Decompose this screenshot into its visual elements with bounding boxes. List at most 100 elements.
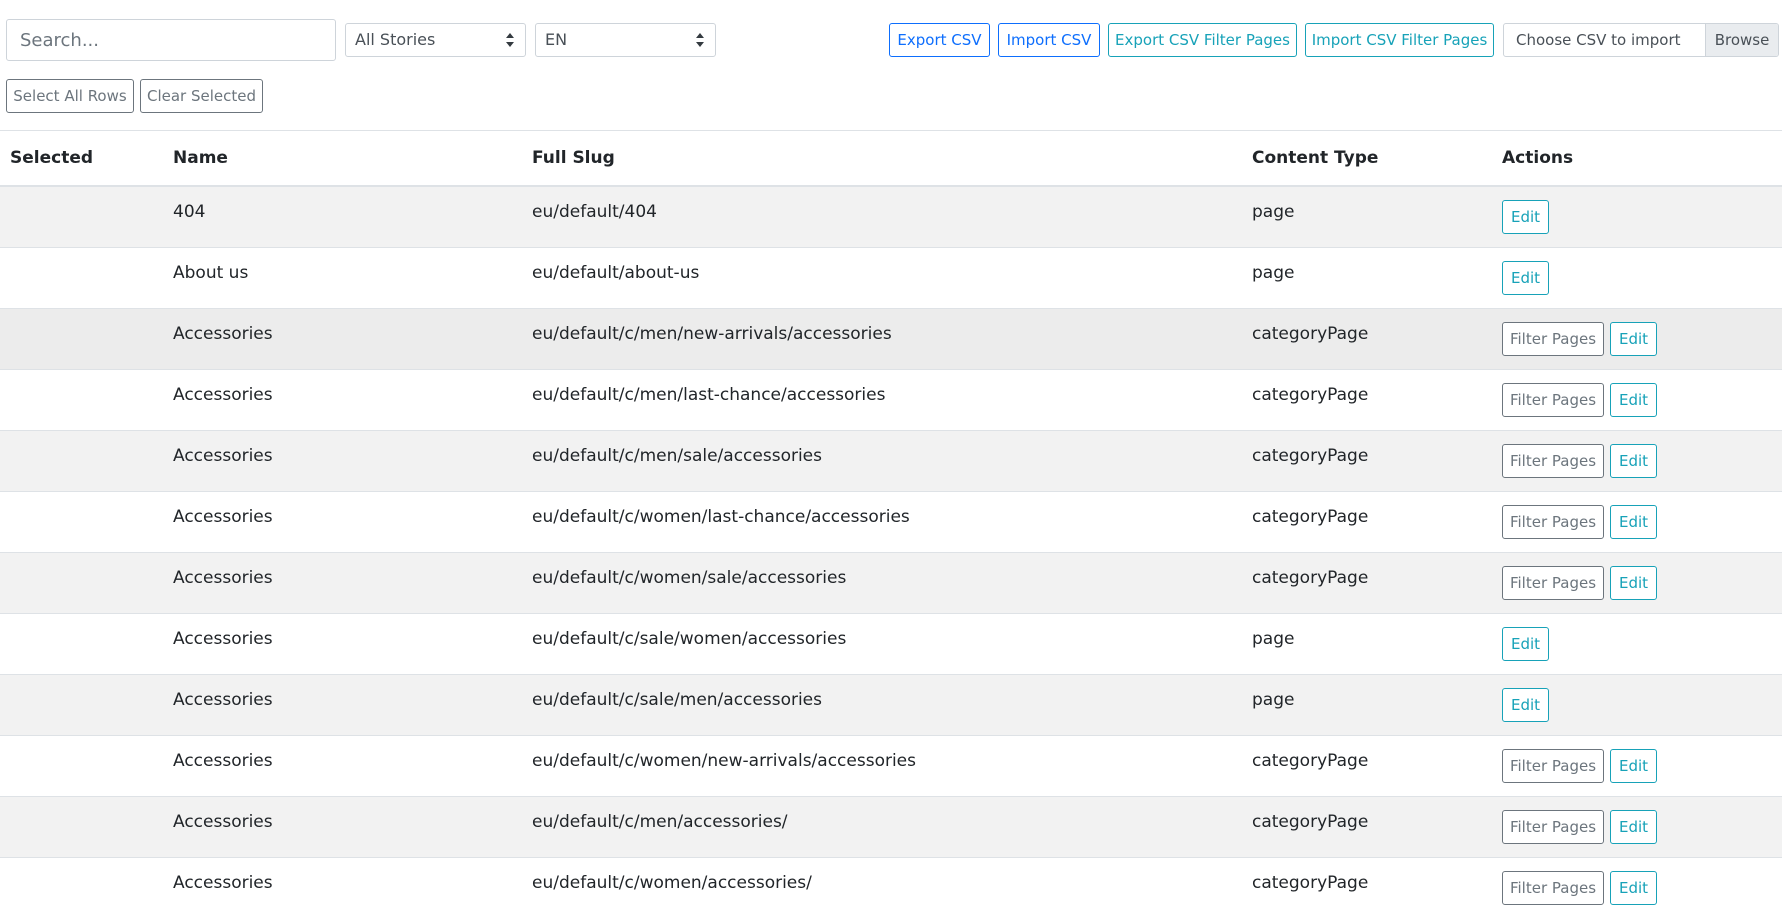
filter-pages-button[interactable]: Filter Pages: [1502, 444, 1604, 478]
row-selected-cell[interactable]: [0, 308, 173, 370]
row-content-type: page: [1252, 690, 1295, 710]
row-name: Accessories: [173, 812, 273, 832]
table-row[interactable]: Accessories eu/default/c/women/new-arriva…: [0, 735, 1782, 797]
row-selected-cell[interactable]: [0, 491, 173, 553]
row-name-cell: Accessories: [173, 674, 532, 736]
table-row[interactable]: Accessories eu/default/c/men/last-chance/…: [0, 369, 1782, 431]
edit-button[interactable]: Edit: [1610, 383, 1657, 417]
row-actions: Edit: [1502, 627, 1782, 661]
header-full-slug: Full Slug: [532, 130, 1252, 187]
row-type-cell: categoryPage: [1252, 491, 1502, 553]
row-name: Accessories: [173, 568, 273, 588]
import-csv-filter-pages-button[interactable]: Import CSV Filter Pages: [1305, 23, 1494, 57]
stories-table: Selected Name Full Slug Content Type Act…: [0, 130, 1782, 918]
row-slug-cell: eu/default/c/men/accessories/: [532, 796, 1252, 858]
row-selected-cell[interactable]: [0, 430, 173, 492]
filter-pages-button[interactable]: Filter Pages: [1502, 749, 1604, 783]
filter-pages-button[interactable]: Filter Pages: [1502, 505, 1604, 539]
row-selected-cell[interactable]: [0, 552, 173, 614]
row-actions-cell: Edit: [1502, 185, 1782, 248]
row-name: Accessories: [173, 873, 273, 893]
edit-button[interactable]: Edit: [1502, 261, 1549, 295]
stories-select[interactable]: All Stories: [345, 23, 526, 57]
filter-pages-button[interactable]: Filter Pages: [1502, 810, 1604, 844]
table-row[interactable]: Accessories eu/default/c/men/accessories/…: [0, 796, 1782, 858]
csv-file-input[interactable]: Choose CSV to import Browse: [1503, 23, 1779, 57]
row-content-type: page: [1252, 263, 1295, 283]
row-selected-cell[interactable]: [0, 674, 173, 736]
row-selected-cell[interactable]: [0, 857, 173, 918]
table-row[interactable]: Accessories eu/default/c/women/sale/acces…: [0, 552, 1782, 614]
row-selected-cell[interactable]: [0, 613, 173, 675]
selection-toolbar: Select All Rows Clear Selected: [0, 70, 1782, 130]
edit-button[interactable]: Edit: [1610, 566, 1657, 600]
filter-pages-button[interactable]: Filter Pages: [1502, 566, 1604, 600]
row-name: Accessories: [173, 690, 273, 710]
edit-button[interactable]: Edit: [1502, 200, 1549, 234]
row-slug-cell: eu/default/c/women/last-chance/accessori…: [532, 491, 1252, 553]
row-name-cell: Accessories: [173, 430, 532, 492]
row-actions: Edit: [1502, 688, 1782, 722]
export-csv-filter-pages-button[interactable]: Export CSV Filter Pages: [1108, 23, 1297, 57]
select-arrows-icon: [506, 32, 514, 48]
edit-button[interactable]: Edit: [1502, 627, 1549, 661]
row-slug-cell: eu/default/c/men/new-arrivals/accessorie…: [532, 308, 1252, 370]
edit-button[interactable]: Edit: [1502, 688, 1549, 722]
row-full-slug: eu/default/c/women/last-chance/accessori…: [532, 507, 910, 527]
header-name: Name: [173, 130, 532, 187]
row-type-cell: categoryPage: [1252, 735, 1502, 797]
edit-button[interactable]: Edit: [1610, 322, 1657, 356]
edit-button[interactable]: Edit: [1610, 749, 1657, 783]
row-full-slug: eu/default/c/women/sale/accessories: [532, 568, 847, 588]
table-body: 404 eu/default/404 page Edit About us eu/defa…: [0, 185, 1782, 918]
row-type-cell: page: [1252, 185, 1502, 248]
row-actions: Filter Pages Edit: [1502, 749, 1782, 783]
row-actions: Edit: [1502, 200, 1782, 234]
filter-pages-button[interactable]: Filter Pages: [1502, 871, 1604, 905]
stories-select-value: All Stories: [355, 30, 436, 49]
clear-selected-button[interactable]: Clear Selected: [140, 79, 263, 113]
import-csv-button[interactable]: Import CSV: [998, 23, 1100, 57]
table-row[interactable]: Accessories eu/default/c/women/accessorie…: [0, 857, 1782, 918]
row-full-slug: eu/default/404: [532, 202, 657, 222]
table-row[interactable]: Accessories eu/default/c/sale/women/acces…: [0, 613, 1782, 675]
edit-button[interactable]: Edit: [1610, 444, 1657, 478]
select-all-rows-button[interactable]: Select All Rows: [6, 79, 134, 113]
table-row[interactable]: About us eu/default/about-us page Edit: [0, 247, 1782, 309]
language-select-value: EN: [545, 30, 568, 49]
row-selected-cell[interactable]: [0, 247, 173, 309]
row-full-slug: eu/default/c/men/accessories/: [532, 812, 788, 832]
language-select[interactable]: EN: [535, 23, 716, 57]
row-selected-cell[interactable]: [0, 735, 173, 797]
row-selected-cell[interactable]: [0, 185, 173, 248]
row-actions-cell: Filter Pages Edit: [1502, 796, 1782, 858]
browse-button[interactable]: Browse: [1705, 24, 1778, 56]
row-content-type: categoryPage: [1252, 446, 1369, 466]
table-row[interactable]: 404 eu/default/404 page Edit: [0, 185, 1782, 248]
filter-pages-button[interactable]: Filter Pages: [1502, 322, 1604, 356]
table-row[interactable]: Accessories eu/default/c/men/sale/accesso…: [0, 430, 1782, 492]
edit-button[interactable]: Edit: [1610, 810, 1657, 844]
row-slug-cell: eu/default/c/sale/men/accessories: [532, 674, 1252, 736]
row-full-slug: eu/default/c/women/accessories/: [532, 873, 812, 893]
row-content-type: page: [1252, 629, 1295, 649]
edit-button[interactable]: Edit: [1610, 871, 1657, 905]
row-name: 404: [173, 202, 206, 222]
row-full-slug: eu/default/about-us: [532, 263, 700, 283]
table-row[interactable]: Accessories eu/default/c/men/new-arrivals…: [0, 308, 1782, 370]
table-row[interactable]: Accessories eu/default/c/women/last-chanc…: [0, 491, 1782, 553]
search-input[interactable]: [6, 19, 336, 61]
edit-button[interactable]: Edit: [1610, 505, 1657, 539]
export-csv-button[interactable]: Export CSV: [889, 23, 990, 57]
row-actions-cell: Edit: [1502, 247, 1782, 309]
row-full-slug: eu/default/c/women/new-arrivals/accessor…: [532, 751, 916, 771]
row-actions-cell: Edit: [1502, 613, 1782, 675]
row-slug-cell: eu/default/c/sale/women/accessories: [532, 613, 1252, 675]
select-arrows-icon: [696, 32, 704, 48]
table-row[interactable]: Accessories eu/default/c/sale/men/accesso…: [0, 674, 1782, 736]
row-selected-cell[interactable]: [0, 796, 173, 858]
row-type-cell: categoryPage: [1252, 369, 1502, 431]
filter-pages-button[interactable]: Filter Pages: [1502, 383, 1604, 417]
table-header-row: Selected Name Full Slug Content Type Act…: [0, 130, 1782, 187]
row-selected-cell[interactable]: [0, 369, 173, 431]
